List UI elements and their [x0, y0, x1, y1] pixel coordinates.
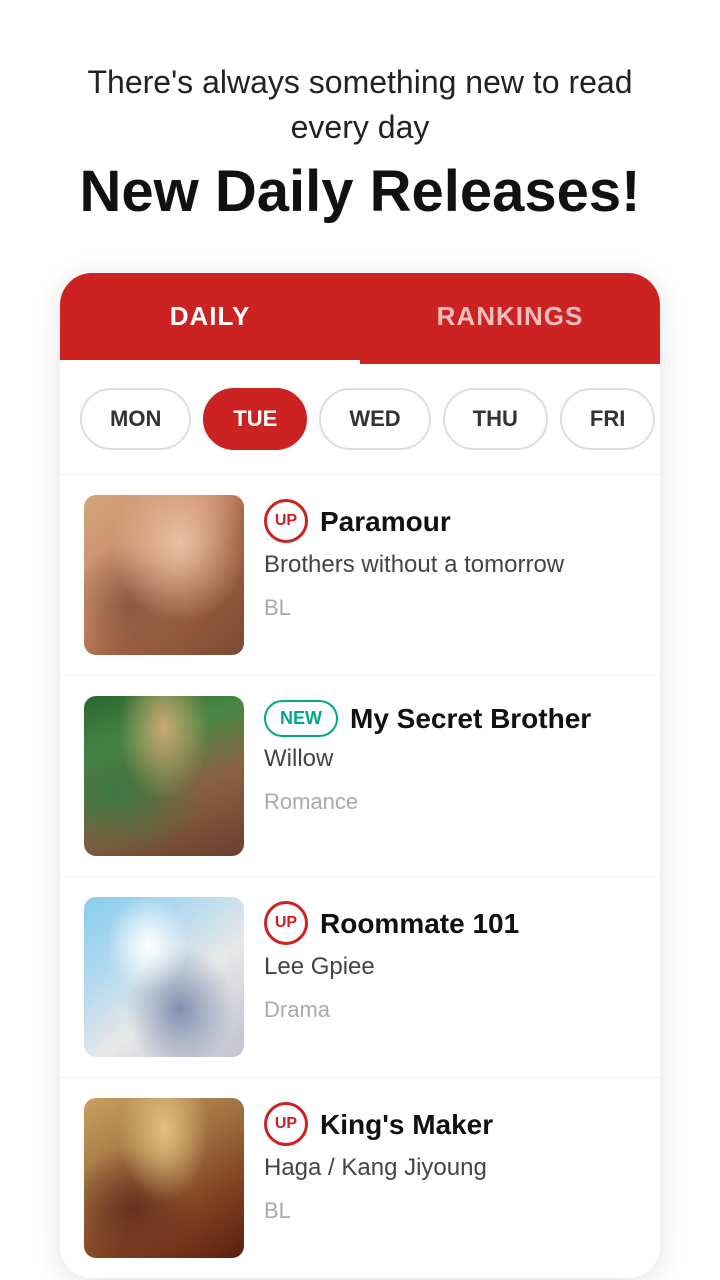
comic-thumbnail	[84, 1098, 244, 1258]
comic-info: NEW My Secret Brother Willow Romance	[264, 696, 636, 815]
badge-up-icon: UP	[264, 901, 308, 945]
day-tue[interactable]: TUE	[203, 388, 307, 450]
comic-genre: Drama	[264, 997, 636, 1023]
tabs-header: DAILY RANKINGS	[60, 273, 660, 364]
badge-up-icon: UP	[264, 499, 308, 543]
day-mon[interactable]: MON	[80, 388, 191, 450]
day-thu[interactable]: THU	[443, 388, 548, 450]
comic-title-row: UP King's Maker	[264, 1102, 636, 1146]
comic-title-row: UP Roommate 101	[264, 901, 636, 945]
comic-author: Brothers without a tomorrow	[264, 551, 636, 579]
comic-item[interactable]: UP Roommate 101 Lee Gpiee Drama	[60, 876, 660, 1077]
comic-info: UP Roommate 101 Lee Gpiee Drama	[264, 897, 636, 1023]
comics-list: UP Paramour Brothers without a tomorrow …	[60, 474, 660, 1278]
comic-title: Roommate 101	[320, 907, 519, 941]
comic-author: Willow	[264, 745, 636, 773]
comic-title: My Secret Brother	[350, 702, 591, 736]
comic-genre: BL	[264, 1198, 636, 1224]
badge-up-icon: UP	[264, 1102, 308, 1146]
comic-thumbnail	[84, 897, 244, 1057]
header-title: New Daily Releases!	[60, 160, 660, 224]
comic-info: UP King's Maker Haga / Kang Jiyoung BL	[264, 1098, 636, 1224]
badge-new-icon: NEW	[264, 700, 338, 737]
comic-title-row: NEW My Secret Brother	[264, 700, 636, 737]
comic-item[interactable]: UP Paramour Brothers without a tomorrow …	[60, 474, 660, 675]
comic-genre: Romance	[264, 789, 636, 815]
day-fri[interactable]: FRI	[560, 388, 655, 450]
comic-title: King's Maker	[320, 1108, 493, 1142]
comic-genre: BL	[264, 595, 636, 621]
comic-author: Lee Gpiee	[264, 953, 636, 981]
card-container: DAILY RANKINGS MON TUE WED THU FRI UP Pa…	[60, 273, 660, 1278]
comic-thumbnail	[84, 495, 244, 655]
tab-daily[interactable]: DAILY	[60, 273, 360, 364]
comic-item[interactable]: NEW My Secret Brother Willow Romance	[60, 675, 660, 876]
header-subtitle: There's always something new to read eve…	[60, 60, 660, 150]
comic-info: UP Paramour Brothers without a tomorrow …	[264, 495, 636, 621]
header-section: There's always something new to read eve…	[0, 0, 720, 253]
comic-thumbnail	[84, 696, 244, 856]
comic-title-row: UP Paramour	[264, 499, 636, 543]
day-wed[interactable]: WED	[319, 388, 430, 450]
comic-item[interactable]: UP King's Maker Haga / Kang Jiyoung BL	[60, 1077, 660, 1278]
tab-rankings[interactable]: RANKINGS	[360, 273, 660, 364]
comic-author: Haga / Kang Jiyoung	[264, 1154, 636, 1182]
days-row: MON TUE WED THU FRI	[60, 364, 660, 474]
comic-title: Paramour	[320, 505, 451, 539]
